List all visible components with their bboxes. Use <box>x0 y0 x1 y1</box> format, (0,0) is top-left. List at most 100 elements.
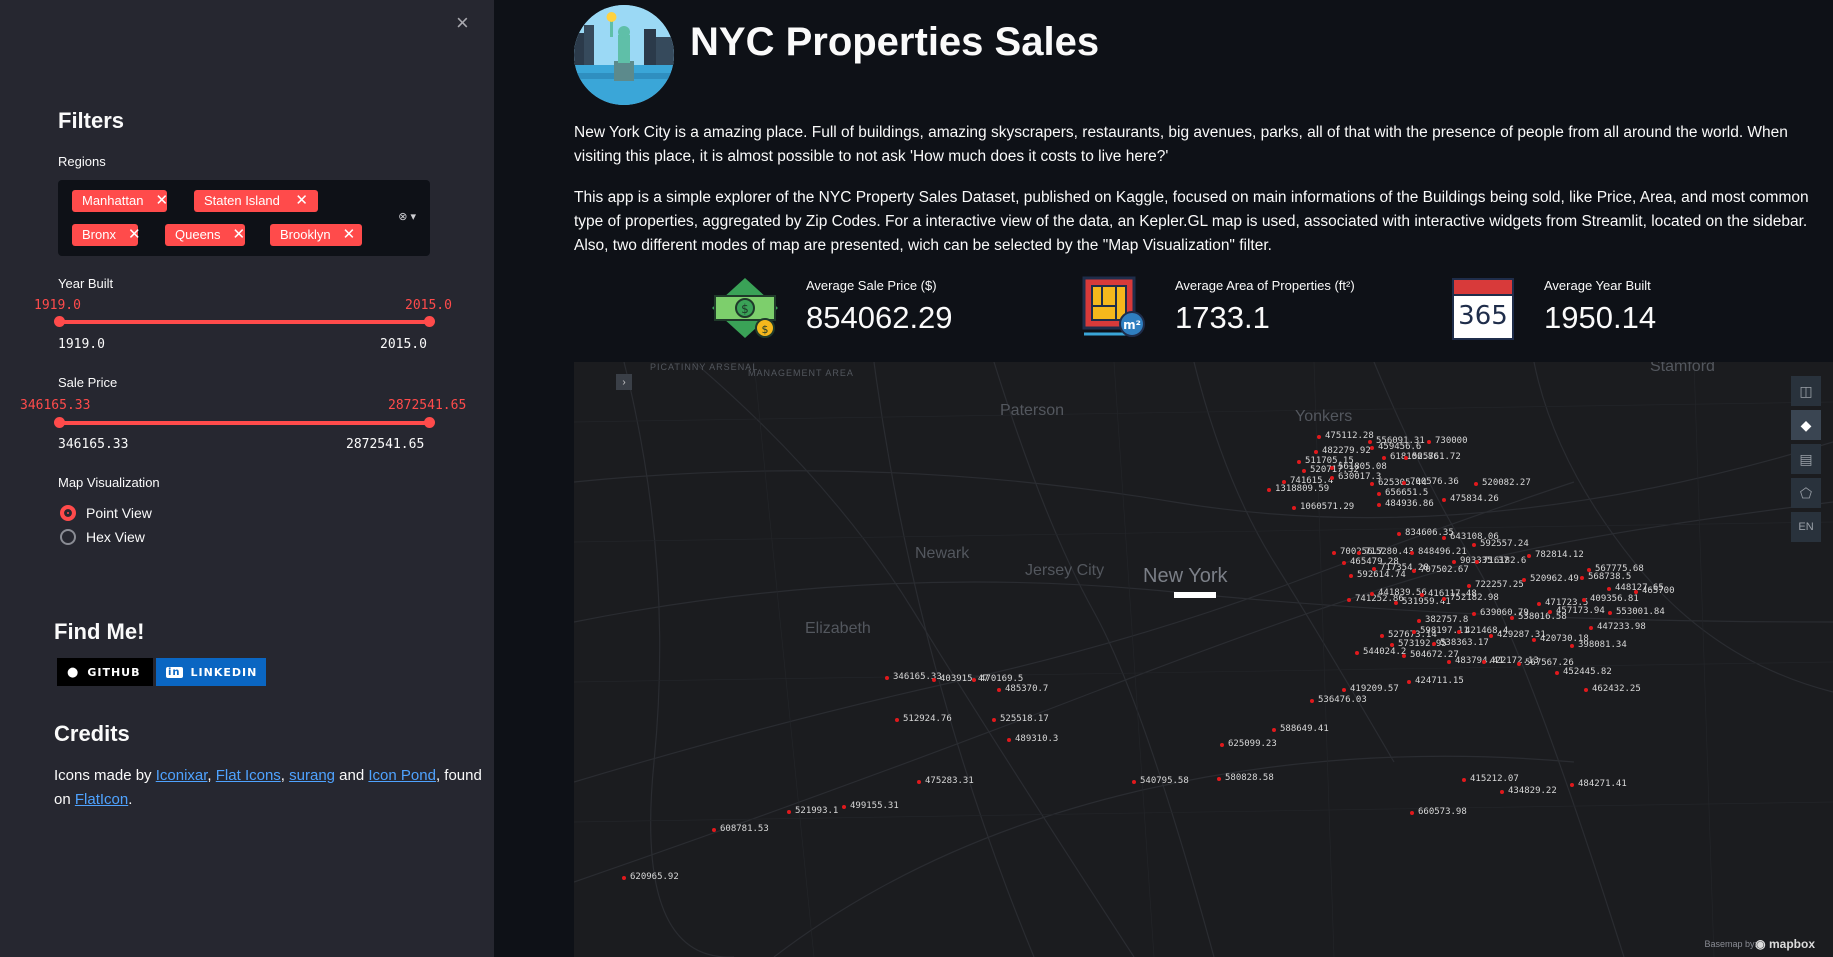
sale-point-marker[interactable] <box>1410 551 1414 555</box>
sale-point-marker[interactable] <box>1522 578 1526 582</box>
sale-point-marker[interactable] <box>1417 619 1421 623</box>
radio-point-view[interactable]: Point View <box>60 505 152 521</box>
remove-tag-icon[interactable]: ✕ <box>233 224 246 246</box>
sale-price-high-thumb[interactable] <box>424 417 435 428</box>
kepler-map[interactable]: › PICATINNY ARSENAL MANAGEMENT AREA Paters… <box>574 362 1833 957</box>
sale-point-marker[interactable] <box>1377 492 1381 496</box>
region-tag-bronx[interactable]: Bronx ✕ <box>72 224 141 246</box>
sale-point-marker[interactable] <box>1475 560 1479 564</box>
sale-point-marker[interactable] <box>1402 481 1406 485</box>
sale-point-marker[interactable] <box>1282 480 1286 484</box>
sale-point-marker[interactable] <box>885 676 889 680</box>
sale-point-marker[interactable] <box>1447 660 1451 664</box>
sale-point-marker[interactable] <box>1332 551 1336 555</box>
sale-point-marker[interactable] <box>1570 783 1574 787</box>
sale-point-marker[interactable] <box>1382 456 1386 460</box>
sale-point-marker[interactable] <box>1342 561 1346 565</box>
sale-point-marker[interactable] <box>1472 612 1476 616</box>
credits-link-flat-icons[interactable]: Flat Icons <box>216 767 281 784</box>
split-map-icon[interactable]: ◫ <box>1791 376 1821 406</box>
sale-point-marker[interactable] <box>1272 728 1276 732</box>
credits-link-icon-pond[interactable]: Icon Pond <box>368 767 436 784</box>
sale-point-marker[interactable] <box>1442 536 1446 540</box>
sale-point-marker[interactable] <box>1292 506 1296 510</box>
sale-point-marker[interactable] <box>1432 642 1436 646</box>
sale-point-marker[interactable] <box>1314 450 1318 454</box>
sale-point-marker[interactable] <box>787 810 791 814</box>
sale-price-low-thumb[interactable] <box>54 417 65 428</box>
sale-point-marker[interactable] <box>1397 532 1401 536</box>
sale-point-marker[interactable] <box>1412 569 1416 573</box>
sale-point-marker[interactable] <box>997 688 1001 692</box>
sale-point-marker[interactable] <box>1377 503 1381 507</box>
sale-point-marker[interactable] <box>992 718 996 722</box>
region-tag-manhattan[interactable]: Manhattan ✕ <box>72 190 168 212</box>
remove-tag-icon[interactable]: ✕ <box>128 224 141 246</box>
sale-point-marker[interactable] <box>1589 626 1593 630</box>
legend-icon[interactable]: ▤ <box>1791 444 1821 474</box>
sale-point-marker[interactable] <box>1370 482 1374 486</box>
year-built-slider[interactable] <box>54 316 435 327</box>
sale-point-marker[interactable] <box>1297 460 1301 464</box>
sale-point-marker[interactable] <box>1580 576 1584 580</box>
region-tag-staten-island[interactable]: Staten Island ✕ <box>194 190 318 212</box>
linkedin-badge[interactable]: in LINKEDIN <box>156 658 266 686</box>
sale-point-marker[interactable] <box>1420 593 1424 597</box>
sale-point-marker[interactable] <box>1489 634 1493 638</box>
sale-point-marker[interactable] <box>1402 654 1406 658</box>
map-collapse-button[interactable]: › <box>616 374 632 390</box>
sale-point-marker[interactable] <box>1537 602 1541 606</box>
close-sidebar-icon[interactable]: × <box>456 10 469 36</box>
sale-point-marker[interactable] <box>1132 780 1136 784</box>
sale-point-marker[interactable] <box>972 678 976 682</box>
sale-point-marker[interactable] <box>622 876 626 880</box>
mapbox-logo[interactable]: ◉ mapbox <box>1755 937 1815 951</box>
sale-point-marker[interactable] <box>1608 611 1612 615</box>
credits-link-iconixar[interactable]: Iconixar <box>156 767 208 784</box>
sale-point-marker[interactable] <box>932 678 936 682</box>
sale-price-slider[interactable] <box>54 417 435 428</box>
sale-point-marker[interactable] <box>1349 574 1353 578</box>
sale-point-marker[interactable] <box>1500 790 1504 794</box>
sale-point-marker[interactable] <box>1220 743 1224 747</box>
sale-point-marker[interactable] <box>1412 630 1416 634</box>
language-button[interactable]: EN <box>1791 512 1821 542</box>
sale-point-marker[interactable] <box>1410 811 1414 815</box>
sale-point-marker[interactable] <box>1357 551 1361 555</box>
sale-point-marker[interactable] <box>1587 568 1591 572</box>
sale-point-marker[interactable] <box>1472 543 1476 547</box>
year-built-low-thumb[interactable] <box>54 316 65 327</box>
sale-point-marker[interactable] <box>1462 778 1466 782</box>
sale-point-marker[interactable] <box>1368 440 1372 444</box>
sale-point-marker[interactable] <box>1510 616 1514 620</box>
sale-point-marker[interactable] <box>895 718 899 722</box>
radio-selected-icon[interactable] <box>60 505 76 521</box>
sale-point-marker[interactable] <box>1355 651 1359 655</box>
sale-point-marker[interactable] <box>1555 671 1559 675</box>
year-built-high-thumb[interactable] <box>424 316 435 327</box>
sale-point-marker[interactable] <box>1482 660 1486 664</box>
sale-point-marker[interactable] <box>1330 466 1334 470</box>
remove-tag-icon[interactable]: ✕ <box>295 190 308 212</box>
sale-point-marker[interactable] <box>1342 688 1346 692</box>
sale-point-marker[interactable] <box>1527 554 1531 558</box>
region-tag-brooklyn[interactable]: Brooklyn ✕ <box>270 224 362 246</box>
sale-point-marker[interactable] <box>1404 456 1408 460</box>
sale-point-marker[interactable] <box>1582 598 1586 602</box>
draw-polygon-icon[interactable]: ⬠ <box>1791 478 1821 508</box>
regions-multiselect[interactable]: Manhattan ✕ Staten Island ✕ Bronx ✕ Quee… <box>58 180 430 256</box>
radio-hex-view[interactable]: Hex View <box>60 529 145 545</box>
sale-point-marker[interactable] <box>1467 584 1471 588</box>
sale-point-marker[interactable] <box>1372 567 1376 571</box>
sale-point-marker[interactable] <box>1452 560 1456 564</box>
sale-point-marker[interactable] <box>1310 699 1314 703</box>
sale-point-marker[interactable] <box>1517 662 1521 666</box>
sale-point-marker[interactable] <box>1442 498 1446 502</box>
sale-point-marker[interactable] <box>1007 738 1011 742</box>
sale-point-marker[interactable] <box>917 780 921 784</box>
sale-point-marker[interactable] <box>1407 680 1411 684</box>
credits-link-surang[interactable]: surang <box>289 767 335 784</box>
sale-point-marker[interactable] <box>842 805 846 809</box>
3d-view-icon[interactable]: ◆ <box>1791 410 1821 440</box>
sale-point-marker[interactable] <box>1532 638 1536 642</box>
